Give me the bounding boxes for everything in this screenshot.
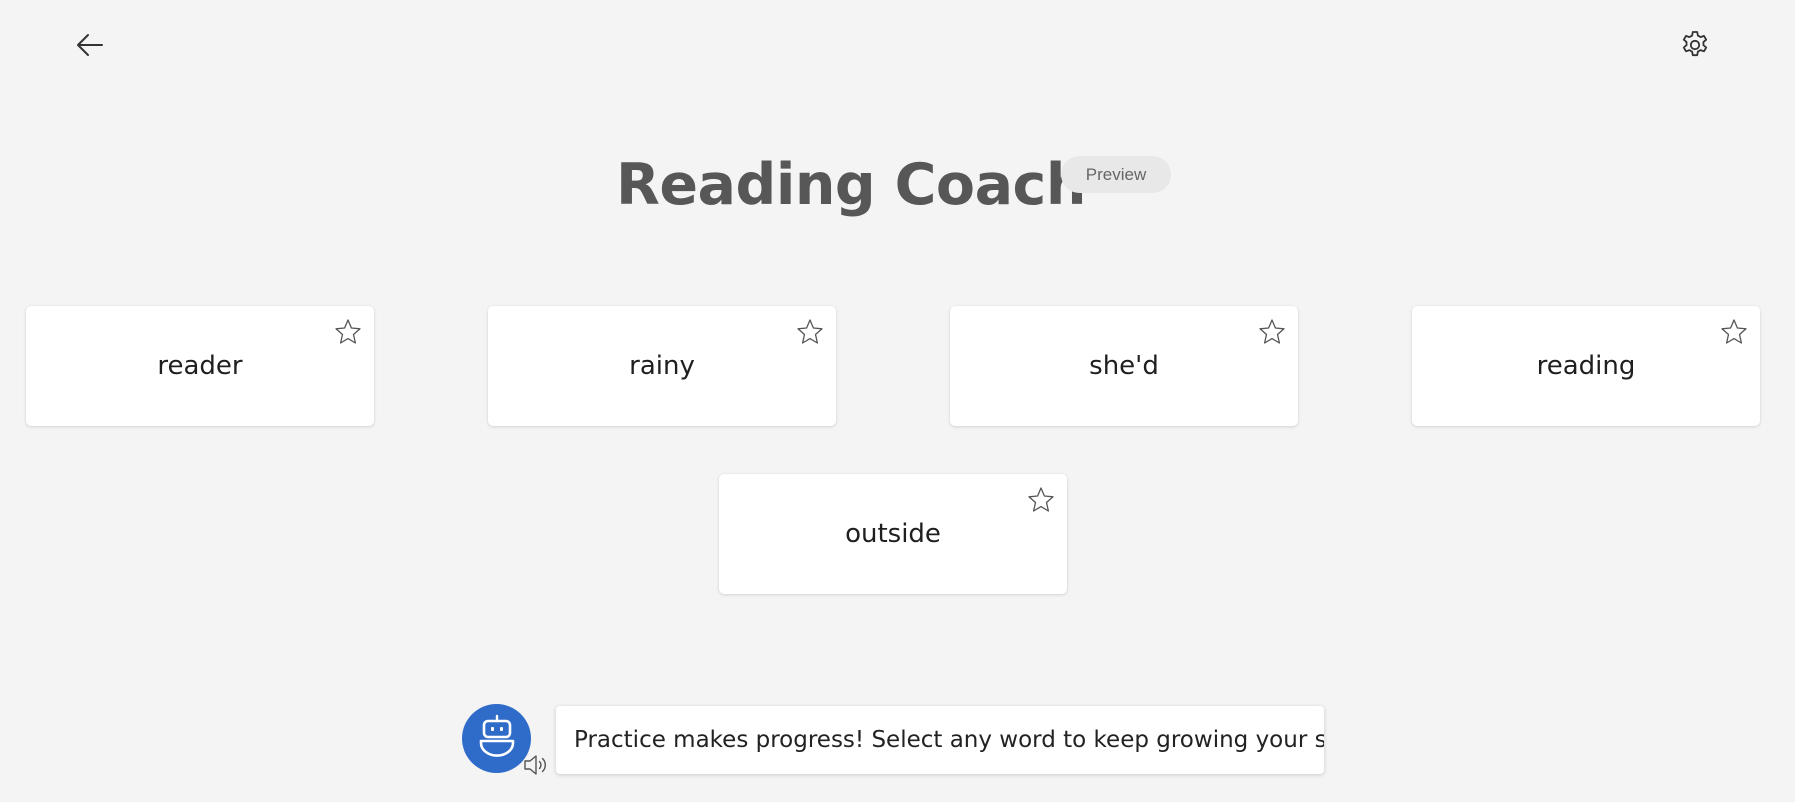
title-area: Reading Coach Preview — [0, 145, 1795, 225]
gear-icon — [1679, 29, 1711, 66]
star-icon[interactable] — [332, 316, 364, 348]
page-title: Reading Coach — [616, 152, 1086, 218]
word-card-reading[interactable]: reading — [1412, 306, 1760, 426]
star-icon[interactable] — [1718, 316, 1750, 348]
arrow-left-icon — [74, 29, 106, 66]
word-text: outside — [845, 519, 941, 549]
robot-icon — [477, 714, 517, 763]
word-text: she'd — [1089, 351, 1159, 381]
word-text: reader — [157, 351, 243, 381]
back-button[interactable] — [66, 23, 114, 71]
star-icon[interactable] — [1025, 484, 1057, 516]
star-icon[interactable] — [1256, 316, 1288, 348]
coach-message: Practice makes progress! Select any word… — [556, 706, 1324, 774]
word-card-outside[interactable]: outside — [719, 474, 1067, 594]
word-card-shed[interactable]: she'd — [950, 306, 1298, 426]
read-aloud-button[interactable] — [520, 752, 550, 782]
word-text: rainy — [629, 351, 695, 381]
speaker-icon — [521, 751, 549, 784]
word-card-reader[interactable]: reader — [26, 306, 374, 426]
settings-button[interactable] — [1671, 23, 1719, 71]
word-card-rainy[interactable]: rainy — [488, 306, 836, 426]
preview-badge: Preview — [1061, 156, 1171, 193]
word-text: reading — [1536, 351, 1636, 381]
star-icon[interactable] — [794, 316, 826, 348]
